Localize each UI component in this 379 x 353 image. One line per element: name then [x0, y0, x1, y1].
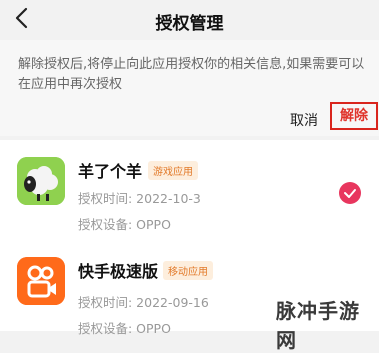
- app-name: 快手极速版: [78, 262, 159, 281]
- kuaishou-icon: [17, 257, 65, 305]
- header-bar: 授权管理: [0, 0, 379, 40]
- page-title: 授权管理: [155, 14, 224, 34]
- revoke-confirm-dialog: 解除授权后,将停止向此应用授权你的相关信息,如果需要可以在应用中再次授权 取消: [0, 40, 379, 136]
- site-watermark: 脉冲手游网: [276, 299, 360, 352]
- revoke-notice-text: 解除授权后,将停止向此应用授权你的相关信息,如果需要可以在应用中再次授权: [18, 57, 365, 92]
- sheep-game-icon: [17, 157, 65, 205]
- cancel-button[interactable]: 取消: [290, 110, 318, 130]
- app-item[interactable]: 羊了个羊 游戏应用 授权时间: 2022-10-3 授权设备: OPPO: [0, 140, 379, 240]
- app-category-badge: 游戏应用: [148, 161, 198, 180]
- app-category-badge: 移动应用: [163, 261, 213, 280]
- authorization-device: 授权设备: OPPO: [78, 217, 171, 232]
- authorization-time: 授权时间: 2022-09-16: [78, 295, 209, 310]
- authorization-time: 授权时间: 2022-10-3: [78, 191, 201, 206]
- revoke-button[interactable]: 解除: [330, 102, 378, 130]
- authorization-device: 授权设备: OPPO: [78, 321, 171, 336]
- selected-check-icon[interactable]: [339, 182, 361, 204]
- app-name: 羊了个羊: [78, 162, 143, 181]
